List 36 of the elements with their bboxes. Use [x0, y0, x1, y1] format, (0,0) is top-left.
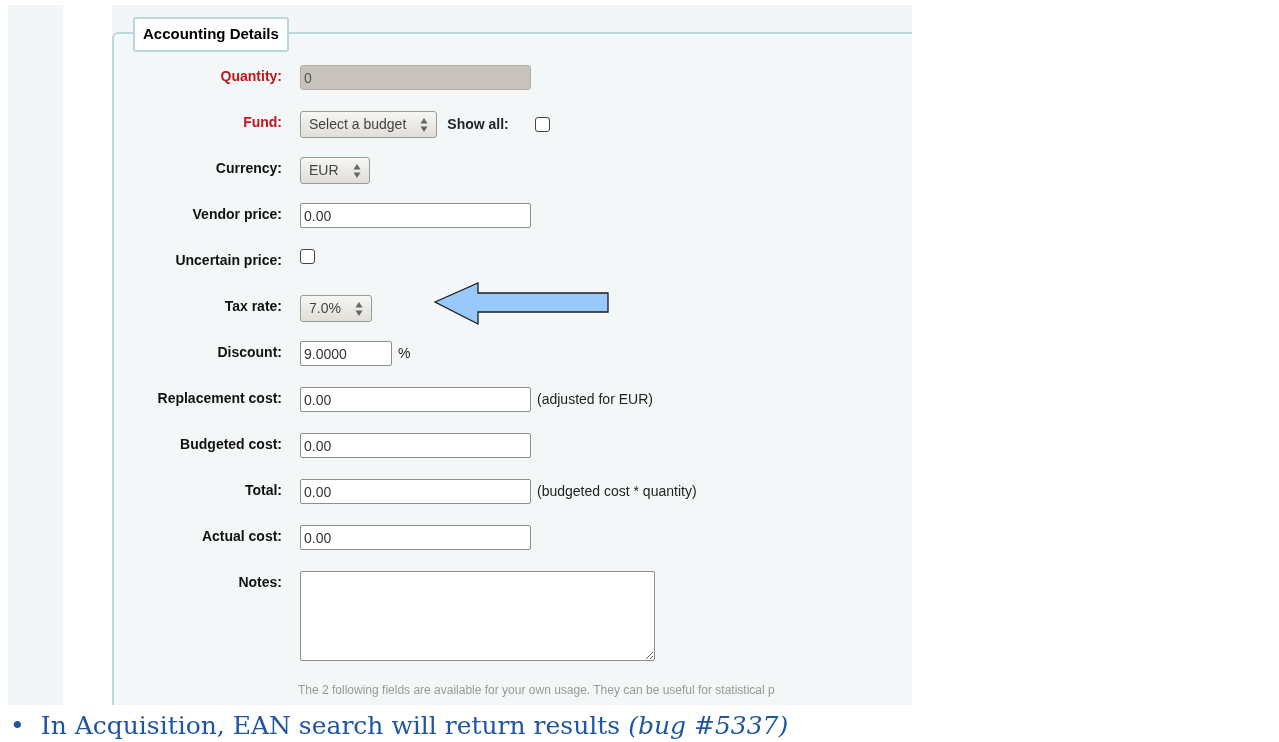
checkbox[interactable] [534, 117, 550, 132]
select-field[interactable]: Select a budget [300, 111, 438, 138]
checkbox-label: Show all: [447, 115, 509, 134]
bullet-marker: • [10, 711, 25, 741]
fieldset-legend: Accounting Details [133, 17, 289, 52]
up-down-arrows-icon [352, 162, 361, 179]
up-down-arrows-icon [420, 116, 429, 133]
footnote-text: The 2 following fields are available for your own usage. They can be useful for statistical p [298, 682, 776, 699]
field-label: Quantity: [219, 67, 282, 86]
checkbox[interactable] [300, 249, 315, 264]
field-label: Notes: [237, 573, 282, 592]
field-label: Budgeted cost: [179, 435, 282, 454]
input-field[interactable]: 0.00 [300, 203, 531, 228]
input-field[interactable]: 0.00 [300, 433, 531, 458]
field-label: Currency: [214, 159, 282, 178]
arrow-annotation-icon [434, 282, 610, 326]
field-label: Total: [243, 481, 282, 500]
select-field[interactable]: 7.0% [300, 295, 372, 322]
field-label: Fund: [242, 113, 282, 132]
field-label: Replacement cost: [156, 389, 282, 408]
field-label: Actual cost: [200, 527, 282, 546]
suffix-text: % [398, 344, 411, 363]
input-field[interactable]: 0.00 [300, 525, 531, 550]
input-field[interactable]: 0.00 [300, 479, 531, 504]
field-label: Discount: [216, 343, 282, 362]
bullet-text: In Acquisition, EAN search will return results (bug #5337) [40, 711, 789, 741]
up-down-arrows-icon [354, 300, 363, 317]
input-field[interactable]: 9.0000 [300, 341, 392, 366]
input-field[interactable]: 0.00 [300, 387, 531, 412]
field-label: Vendor price: [191, 205, 282, 224]
select-field[interactable]: EUR [300, 157, 370, 184]
notes-field[interactable] [300, 571, 655, 661]
suffix-text: (budgeted cost * quantity) [537, 482, 697, 501]
field-label: Tax rate: [223, 297, 282, 316]
field-label: Uncertain price: [174, 251, 282, 270]
suffix-text: (adjusted for EUR) [537, 390, 653, 409]
